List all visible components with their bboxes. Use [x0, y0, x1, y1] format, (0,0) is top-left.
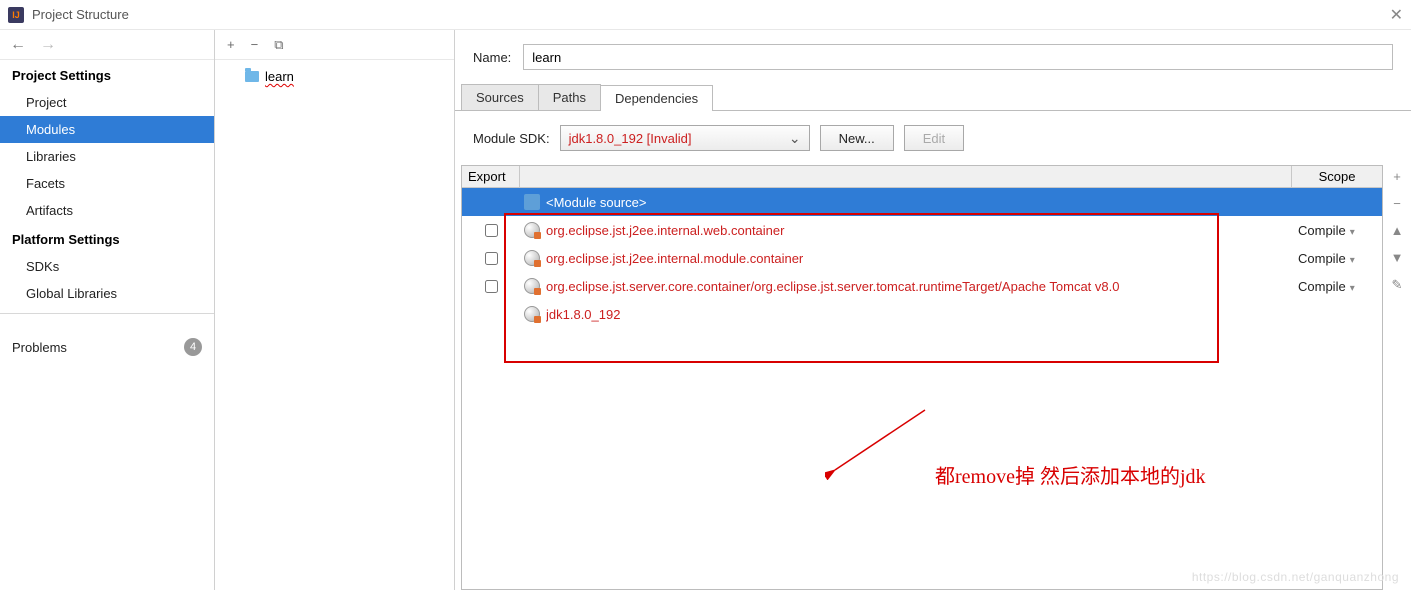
sidebar-item-artifacts[interactable]: Artifacts	[0, 197, 214, 224]
module-tree-panel: + − ⧉ learn	[215, 30, 455, 590]
dependencies-table: Export Scope <Module source> org.eclipse.…	[461, 165, 1383, 590]
sidebar-item-libraries[interactable]: Libraries	[0, 143, 214, 170]
forward-icon[interactable]: →	[40, 36, 56, 54]
dependency-row[interactable]: jdk1.8.0_192	[462, 300, 1382, 328]
sidebar-item-global-libraries[interactable]: Global Libraries	[0, 280, 214, 307]
module-name-label: learn	[265, 69, 294, 84]
library-globe-icon	[524, 278, 540, 294]
dependency-row[interactable]: org.eclipse.jst.server.core.container/or…	[462, 272, 1382, 300]
export-checkbox[interactable]	[485, 280, 498, 293]
app-icon: IJ	[8, 7, 24, 23]
problems-label: Problems	[12, 340, 67, 355]
tab-dependencies[interactable]: Dependencies	[600, 85, 713, 111]
close-icon[interactable]: ✕	[1390, 5, 1403, 25]
copy-icon[interactable]: ⧉	[274, 37, 283, 53]
section-project-settings: Project Settings	[0, 60, 214, 89]
sidebar-item-modules[interactable]: Modules	[0, 116, 214, 143]
name-input[interactable]	[523, 44, 1393, 70]
edit-dep-icon[interactable]: ✎	[1392, 277, 1403, 293]
export-checkbox[interactable]	[485, 252, 498, 265]
library-globe-icon	[524, 306, 540, 322]
back-icon[interactable]: ←	[10, 36, 26, 54]
edit-button: Edit	[904, 125, 964, 151]
sdk-select[interactable]: jdk1.8.0_192 [Invalid]	[560, 125, 810, 151]
annotation-text: 都remove掉 然后添加本地的jdk	[935, 460, 1206, 489]
new-button[interactable]: New...	[820, 125, 894, 151]
sidebar-item-facets[interactable]: Facets	[0, 170, 214, 197]
remove-icon[interactable]: −	[251, 37, 259, 52]
remove-dep-icon[interactable]: −	[1393, 196, 1401, 211]
tab-paths[interactable]: Paths	[538, 84, 601, 110]
header-name	[520, 166, 1292, 187]
header-export: Export	[462, 166, 520, 187]
settings-sidebar: ← → Project Settings Project Modules Lib…	[0, 30, 215, 590]
sdk-label: Module SDK:	[473, 131, 550, 146]
watermark: https://blog.csdn.net/ganquanzhong	[1192, 570, 1399, 584]
library-globe-icon	[524, 222, 540, 238]
sidebar-item-problems[interactable]: Problems 4	[0, 332, 214, 362]
window-title: Project Structure	[32, 7, 129, 22]
module-source-icon	[524, 194, 540, 210]
add-icon[interactable]: +	[227, 37, 235, 52]
module-tree-item[interactable]: learn	[215, 66, 454, 87]
add-dep-icon[interactable]: +	[1393, 169, 1401, 184]
dependency-row[interactable]: org.eclipse.jst.j2ee.internal.web.contai…	[462, 216, 1382, 244]
problems-badge: 4	[184, 338, 202, 356]
sidebar-item-sdks[interactable]: SDKs	[0, 253, 214, 280]
sidebar-item-project[interactable]: Project	[0, 89, 214, 116]
scope-cell[interactable]: Compile	[1292, 251, 1382, 266]
dependency-row[interactable]: <Module source>	[462, 188, 1382, 216]
dependency-row[interactable]: org.eclipse.jst.j2ee.internal.module.con…	[462, 244, 1382, 272]
dependency-name: org.eclipse.jst.server.core.container/or…	[546, 279, 1292, 294]
sdk-value: jdk1.8.0_192 [Invalid]	[569, 131, 692, 146]
tab-sources[interactable]: Sources	[461, 84, 539, 110]
export-checkbox[interactable]	[485, 224, 498, 237]
scope-cell[interactable]: Compile	[1292, 223, 1382, 238]
folder-icon	[245, 71, 259, 82]
dependency-name: <Module source>	[546, 195, 1292, 210]
move-down-icon[interactable]: ▼	[1391, 250, 1404, 265]
dependency-name: org.eclipse.jst.j2ee.internal.module.con…	[546, 251, 1292, 266]
header-scope: Scope	[1292, 166, 1382, 187]
scope-cell[interactable]: Compile	[1292, 279, 1382, 294]
library-globe-icon	[524, 250, 540, 266]
move-up-icon[interactable]: ▲	[1391, 223, 1404, 238]
content-panel: Name: Sources Paths Dependencies Module …	[455, 30, 1411, 590]
dependency-name: jdk1.8.0_192	[546, 307, 1292, 322]
dependency-name: org.eclipse.jst.j2ee.internal.web.contai…	[546, 223, 1292, 238]
section-platform-settings: Platform Settings	[0, 224, 214, 253]
name-label: Name:	[473, 50, 511, 65]
